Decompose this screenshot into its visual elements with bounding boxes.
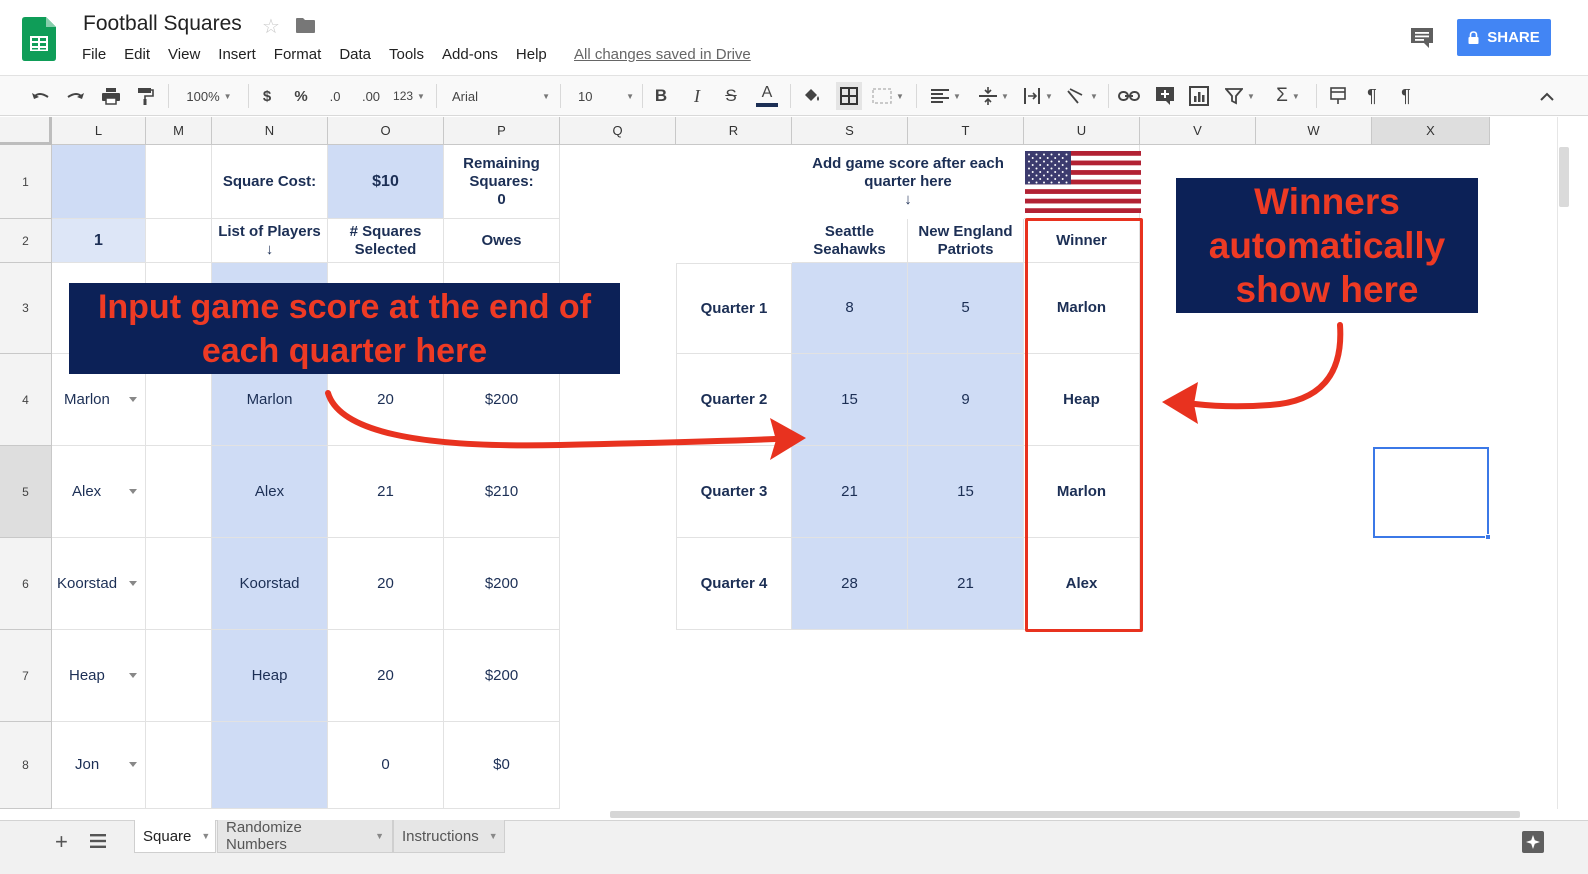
sheet-tab-square[interactable]: Square ▼ [134, 820, 216, 853]
horizontal-scroll-thumb[interactable] [610, 811, 1520, 818]
spreadsheet-app: Football Squares ☆ File Edit View Insert… [0, 0, 1588, 874]
sheet-tab-label: Instructions [402, 827, 479, 845]
all-sheets-menu-icon[interactable] [90, 834, 106, 848]
sheet-tab-randomize-numbers[interactable]: Randomize Numbers ▼ [217, 819, 393, 853]
sheet-tabs-bar: + Square ▼ Randomize Numbers ▼ Instruction… [0, 819, 1588, 874]
arrow-to-scores [325, 390, 806, 460]
tab-menu-icon[interactable]: ▼ [489, 831, 498, 841]
tab-menu-icon[interactable]: ▼ [375, 831, 384, 841]
add-sheet-icon[interactable]: + [55, 829, 68, 855]
arrow-to-winners [1162, 322, 1344, 424]
explore-icon[interactable] [1522, 831, 1544, 853]
sheet-tab-label: Square [143, 827, 192, 845]
tab-menu-icon[interactable]: ▼ [201, 831, 210, 841]
horizontal-scrollbar[interactable] [560, 809, 1558, 820]
annotation-arrows [325, 322, 1344, 460]
vertical-scroll-thumb[interactable] [1559, 147, 1569, 207]
sheet-tab-label: Randomize Numbers [226, 819, 302, 853]
vertical-scrollbar[interactable] [1557, 117, 1588, 809]
sheet-tab-instructions[interactable]: Instructions ▼ [393, 820, 505, 853]
